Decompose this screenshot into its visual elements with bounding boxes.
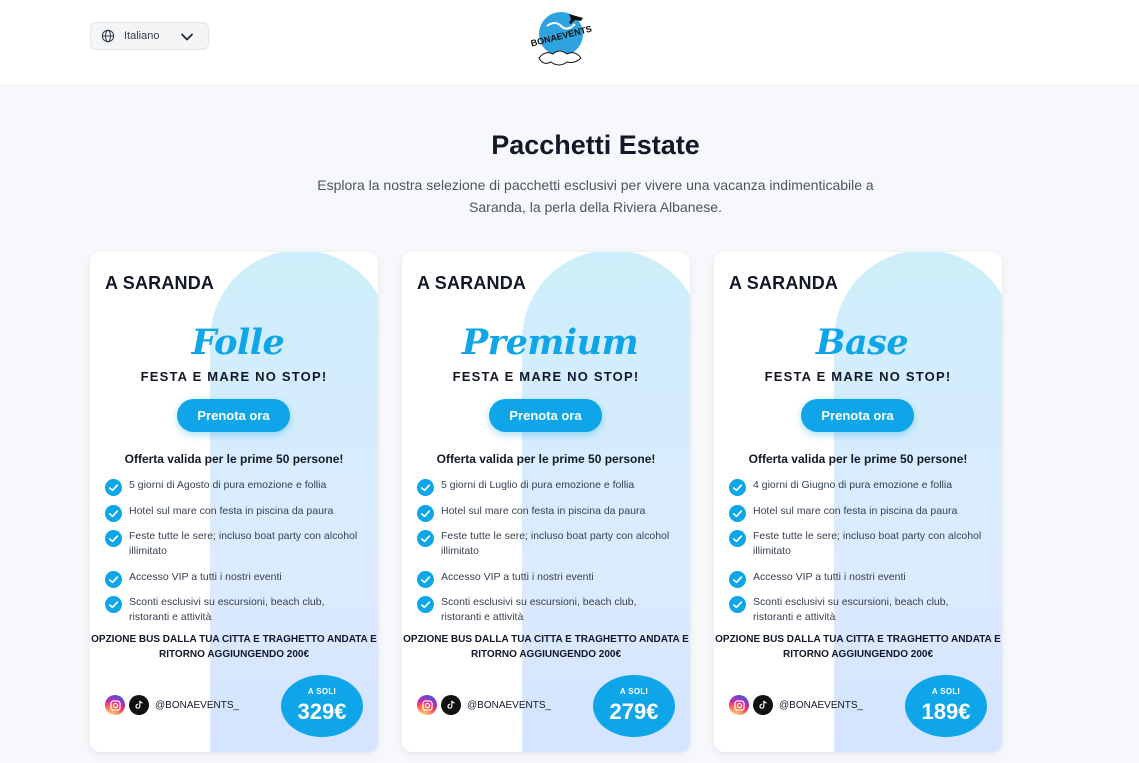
feature-text: 5 giorni di Agosto di pura emozione e fo… [129,479,327,491]
check-icon [417,570,434,588]
list-item: Sconti esclusivi su escursioni, beach cl… [729,595,989,625]
package-tagline: FESTA E MARE NO STOP! [452,369,640,384]
check-icon [417,479,434,496]
feature-list: 5 giorni di Agosto di pura emozione e fo… [105,478,365,636]
card-location: A SARANDA [729,273,839,293]
package-name: Premium [461,322,639,363]
feature-text: Accesso VIP a tutti i nostri eventi [129,570,282,583]
price-badge: A SOLI 189€ [905,675,987,737]
check-icon [105,596,122,613]
list-item: Accesso VIP a tutti i nostri eventi [105,570,365,588]
list-item: Accesso VIP a tutti i nostri eventi [729,570,989,588]
list-item: 5 giorni di Luglio di pura emozione e fo… [417,478,677,496]
language-label: Italiano [124,30,160,42]
bonaevents-logo[interactable]: BONAEVENTS [531,8,595,70]
feature-text: 5 giorni di Luglio di pura emozione e fo… [441,479,635,491]
social-links: @BONAEVENTS_ [729,695,863,715]
list-item: Hotel sul mare con festa in piscina da p… [105,504,365,522]
check-icon [729,530,746,547]
instagram-icon[interactable] [417,695,437,715]
list-item: Feste tutte le sere; incluso boat party … [729,529,989,559]
check-icon [417,504,434,522]
package-name: Base [815,322,909,363]
check-icon [417,596,434,613]
package-tagline: FESTA E MARE NO STOP! [140,369,328,384]
package-card-base: A SARANDA Base FESTA E MARE NO STOP! Pre… [714,252,1002,752]
feature-text: Feste tutte le sere; incluso boat party … [129,530,358,557]
feature-text: Sconti esclusivi su escursioni, beach cl… [129,596,325,623]
feature-text: Feste tutte le sere; incluso boat party … [753,530,982,557]
feature-text: Feste tutte le sere; incluso boat party … [441,530,670,557]
globe-icon [101,29,115,43]
price-badge: A SOLI 329€ [281,675,363,737]
social-handle[interactable]: @BONAEVENTS_ [467,700,551,711]
instagram-icon[interactable] [105,695,125,715]
package-card-premium: A SARANDA Premium FESTA E MARE NO STOP! … [402,252,690,752]
feature-text: Sconti esclusivi su escursioni, beach cl… [441,596,637,623]
price-label: A SOLI [619,687,649,696]
list-item: Sconti esclusivi su escursioni, beach cl… [417,595,677,625]
tiktok-icon[interactable] [753,695,773,715]
social-handle[interactable]: @BONAEVENTS_ [155,700,239,711]
feature-text: Sconti esclusivi su escursioni, beach cl… [753,596,949,623]
bus-option-note: OPZIONE BUS DALLA TUA CITTA E TRAGHETTO … [91,634,377,660]
language-selector[interactable]: Italiano [90,22,209,50]
feature-text: Accesso VIP a tutti i nostri eventi [441,570,594,583]
check-icon [105,570,122,588]
book-now-button[interactable]: Prenota ora [801,399,914,432]
feature-text: 4 giorni di Giugno di pura emozione e fo… [753,479,953,491]
price-label: A SOLI [931,687,961,696]
price-amount: 329€ [297,699,347,724]
package-card-folle: A SARANDA Folle FESTA E MARE NO STOP! Pr… [90,252,378,752]
book-now-button[interactable]: Prenota ora [177,399,290,432]
bus-option-note: OPZIONE BUS DALLA TUA CITTA E TRAGHETTO … [403,634,689,660]
feature-text: Accesso VIP a tutti i nostri eventi [753,570,906,583]
tiktok-icon[interactable] [441,695,461,715]
price-amount: 279€ [609,699,659,724]
list-item: Hotel sul mare con festa in piscina da p… [729,504,989,522]
list-item: Feste tutte le sere; incluso boat party … [105,529,365,559]
package-tagline: FESTA E MARE NO STOP! [764,369,952,384]
check-icon [417,530,434,547]
offer-note: Offerta valida per le prime 50 persone! [748,452,968,466]
tiktok-icon[interactable] [129,695,149,715]
list-item: Hotel sul mare con festa in piscina da p… [417,504,677,522]
check-icon [729,570,746,588]
offer-note: Offerta valida per le prime 50 persone! [124,452,344,466]
chevron-down-icon [181,33,193,41]
price-amount: 189€ [921,699,971,724]
list-item: 5 giorni di Agosto di pura emozione e fo… [105,478,365,496]
card-location: A SARANDA [417,273,527,293]
check-icon [729,596,746,613]
book-now-button[interactable]: Prenota ora [489,399,602,432]
check-icon [729,504,746,522]
offer-note: Offerta valida per le prime 50 persone! [436,452,656,466]
social-links: @BONAEVENTS_ [417,695,551,715]
social-links: @BONAEVENTS_ [105,695,239,715]
feature-text: Hotel sul mare con festa in piscina da p… [441,504,646,517]
package-name: Folle [191,322,285,363]
price-badge: A SOLI 279€ [593,675,675,737]
card-location: A SARANDA [105,273,215,293]
check-icon [105,530,122,547]
list-item: Accesso VIP a tutti i nostri eventi [417,570,677,588]
top-bar: Italiano BONAEVENTS [0,0,1139,84]
feature-text: Hotel sul mare con festa in piscina da p… [753,504,958,517]
instagram-icon[interactable] [729,695,749,715]
list-item: Feste tutte le sere; incluso boat party … [417,529,677,559]
check-icon [105,479,122,496]
page-title: Pacchetti Estate [491,130,700,160]
feature-list: 5 giorni di Luglio di pura emozione e fo… [417,478,677,636]
social-handle[interactable]: @BONAEVENTS_ [779,700,863,711]
check-icon [729,479,746,496]
list-item: 4 giorni di Giugno di pura emozione e fo… [729,478,989,496]
bus-option-note: OPZIONE BUS DALLA TUA CITTA E TRAGHETTO … [715,634,1001,660]
feature-list: 4 giorni di Giugno di pura emozione e fo… [729,478,989,636]
page-subtitle: Esplora la nostra selezione di pacchetti… [317,177,874,215]
feature-text: Hotel sul mare con festa in piscina da p… [129,504,334,517]
price-label: A SOLI [307,687,337,696]
check-icon [105,504,122,522]
list-item: Sconti esclusivi su escursioni, beach cl… [105,595,365,625]
